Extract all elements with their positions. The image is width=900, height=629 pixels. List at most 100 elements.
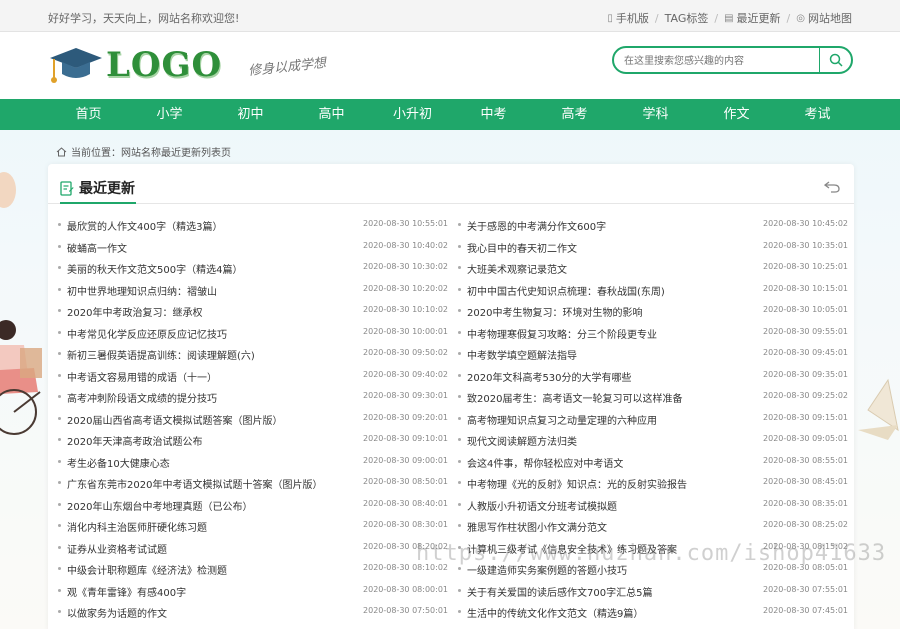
article-link[interactable]: 生活中的传统文化作文范文（精选9篇）	[467, 605, 643, 620]
article-link[interactable]: 大班美术观察记录范文	[467, 261, 567, 276]
article-link[interactable]: 新初三暑假英语提高训练：阅读理解题(六)	[67, 347, 255, 362]
article-link[interactable]: 初中中国古代史知识点梳理：春秋战国(东周)	[467, 283, 665, 298]
nav-item-gaokao[interactable]: 高考	[534, 99, 615, 130]
article-link[interactable]: 破蛹高一作文	[67, 240, 127, 255]
article-link[interactable]: 会这4件事，帮你轻松应对中考语文	[467, 455, 623, 470]
bullet-dot	[58, 610, 61, 613]
search-button[interactable]	[819, 48, 851, 72]
article-link[interactable]: 雅思写作柱状图小作文满分范文	[467, 519, 607, 534]
article-date: 2020-08-30 10:10:02	[363, 305, 448, 314]
article-link[interactable]: 广东省东莞市2020年中考语文模拟试题十答案（图片版）	[67, 476, 322, 491]
article-link[interactable]: 中考数学填空题解法指导	[467, 347, 577, 362]
breadcrumb: 当前位置：网站名称最近更新列表页	[56, 144, 231, 159]
article-link[interactable]: 2020中考生物复习：环境对生物的影响	[467, 304, 642, 319]
nav-item-primary[interactable]: 小学	[129, 99, 210, 130]
nav-item-xsc[interactable]: 小升初	[372, 99, 453, 130]
article-link[interactable]: 中考语文容易用错的成语（十一）	[67, 369, 217, 384]
paper-boat-illustration	[858, 378, 899, 440]
list-item: 2020中考生物复习：环境对生物的影响 2020-08-30 10:05:01	[458, 300, 848, 322]
article-link[interactable]: 关于有关爱国的读后感作文700字汇总5篇	[467, 584, 652, 599]
left-article-list: 最欣赏的人作文400字（精选3篇） 2020-08-30 10:55:01 破蛹高一…	[58, 214, 448, 623]
site-logo[interactable]: LOGO 修身以成学想	[48, 42, 327, 88]
list-item: 广东省东莞市2020年中考语文模拟试题十答案（图片版） 2020-08-30 08…	[58, 472, 448, 494]
sitemap-link[interactable]: ◎ 网站地图	[796, 10, 852, 26]
article-link[interactable]: 中级会计职称题库《经济法》检测题	[67, 562, 227, 577]
bullet-dot	[458, 502, 461, 506]
article-date: 2020-08-30 08:45:01	[763, 477, 848, 486]
article-link[interactable]: 中考常见化学反应还原反应记忆技巧	[67, 326, 227, 341]
article-date: 2020-08-30 09:30:01	[363, 391, 448, 400]
article-link[interactable]: 2020年天津高考政治试题公布	[67, 433, 202, 448]
article-date: 2020-08-30 07:55:01	[763, 584, 848, 594]
article-date: 2020-08-30 09:05:01	[763, 434, 848, 443]
article-date: 2020-08-30 09:10:01	[363, 434, 448, 443]
article-link[interactable]: 高考冲刺阶段语文成绩的提分技巧	[67, 390, 217, 405]
mobile-link[interactable]: ▯ 手机版	[607, 10, 649, 26]
nav-item-junior[interactable]: 初中	[210, 99, 291, 130]
bullet-dot	[458, 373, 461, 377]
article-date: 2020-08-30 07:50:01	[363, 606, 448, 615]
nav-item-home[interactable]: 首页	[48, 99, 129, 130]
site-header: LOGO 修身以成学想	[0, 32, 900, 99]
article-link[interactable]: 2020年中考政治复习：继承权	[67, 304, 202, 319]
nav-item-zhongkao[interactable]: 中考	[453, 99, 534, 130]
article-link[interactable]: 考生必备10大健康心态	[67, 455, 170, 470]
bullet-dot	[58, 416, 61, 420]
top-links: ▯ 手机版 / TAG标签 / ▤ 最近更新 / ◎ 网站地图	[607, 10, 852, 26]
graduation-cap-icon	[50, 48, 102, 83]
article-link[interactable]: 致2020届考生：高考语文一轮复习可以这样准备	[467, 390, 682, 405]
article-date: 2020-08-30 08:35:01	[763, 498, 848, 508]
list-item: 会这4件事，帮你轻松应对中考语文 2020-08-30 08:55:01	[458, 451, 848, 473]
nav-item-essay[interactable]: 作文	[696, 99, 777, 130]
article-date: 2020-08-30 09:15:01	[763, 412, 848, 422]
bullet-dot	[458, 266, 461, 269]
list-item: 大班美术观察记录范文 2020-08-30 10:25:01	[458, 257, 848, 279]
list-item: 2020年天津高考政治试题公布 2020-08-30 09:10:01	[58, 429, 448, 451]
list-item: 考生必备10大健康心态 2020-08-30 09:00:01	[58, 451, 448, 473]
article-link[interactable]: 美丽的秋天作文范文500字（精选4篇）	[67, 261, 242, 276]
list-item: 我心目中的春天初二作文 2020-08-30 10:35:01	[458, 236, 848, 258]
article-date: 2020-08-30 10:55:01	[363, 219, 448, 228]
list-item: 观《青年雷锋》有感400字 2020-08-30 08:00:01	[58, 580, 448, 602]
article-link[interactable]: 最欣赏的人作文400字（精选3篇）	[67, 218, 222, 233]
article-link[interactable]: 人教版小升初语文分班考试模拟题	[467, 498, 617, 513]
article-link[interactable]: 关于感恩的中考满分作文600字	[467, 218, 606, 233]
article-date: 2020-08-30 10:45:02	[763, 219, 848, 228]
article-link[interactable]: 消化内科主治医师肝硬化练习题	[67, 519, 207, 534]
article-date: 2020-08-30 10:25:01	[763, 262, 848, 271]
recent-updates-link[interactable]: ▤ 最近更新	[724, 10, 780, 26]
article-link[interactable]: 高考物理知识点复习之动量定理的六种应用	[467, 412, 657, 427]
article-link[interactable]: 我心目中的春天初二作文	[467, 240, 577, 255]
search-input[interactable]	[624, 53, 814, 69]
nav-item-senior[interactable]: 高中	[291, 99, 372, 130]
article-link[interactable]: 现代文阅读解题方法归类	[467, 433, 577, 448]
list-item: 消化内科主治医师肝硬化练习题 2020-08-30 08:30:01	[58, 515, 448, 537]
article-link[interactable]: 2020届山西省高考语文模拟试题答案（图片版）	[67, 412, 282, 427]
nav-item-exam[interactable]: 考试	[777, 99, 858, 130]
article-link[interactable]: 2020年文科高考530分的大学有哪些	[467, 369, 632, 384]
article-link[interactable]: 初中世界地理知识点归纳：褶皱山	[67, 283, 217, 298]
article-date: 2020-08-30 09:25:02	[763, 391, 848, 400]
separator: /	[714, 11, 719, 25]
bullet-dot	[458, 223, 461, 226]
article-link[interactable]: 证券从业资格考试试题	[67, 541, 167, 556]
article-date: 2020-08-30 10:00:01	[363, 326, 448, 336]
back-arrow-icon[interactable]	[824, 180, 840, 193]
bullet-dot	[58, 266, 61, 269]
list-item: 破蛹高一作文 2020-08-30 10:40:02	[58, 236, 448, 258]
article-link[interactable]: 中考物理寒假复习攻略：分三个阶段更专业	[467, 326, 657, 341]
bullet-dot	[58, 481, 61, 484]
nav-item-subject[interactable]: 学科	[615, 99, 696, 130]
list-item: 中级会计职称题库《经济法》检测题 2020-08-30 08:10:02	[58, 558, 448, 580]
list-item: 美丽的秋天作文范文500字（精选4篇） 2020-08-30 10:30:02	[58, 257, 448, 279]
article-link[interactable]: 观《青年雷锋》有感400字	[67, 584, 186, 599]
article-date: 2020-08-30 10:05:01	[763, 305, 848, 314]
article-link[interactable]: 以做家务为话题的作文	[67, 605, 167, 620]
girl-bicycle-illustration	[0, 320, 42, 435]
article-link[interactable]: 中考物理《光的反射》知识点：光的反射实验报告	[467, 476, 687, 491]
article-link[interactable]: 2020年山东烟台中考地理真题（已公布）	[67, 498, 252, 513]
article-date: 2020-08-30 09:40:02	[363, 369, 448, 379]
list-item: 人教版小升初语文分班考试模拟题 2020-08-30 08:35:01	[458, 494, 848, 516]
bullet-dot	[458, 459, 461, 463]
tag-link[interactable]: TAG标签	[665, 10, 709, 26]
